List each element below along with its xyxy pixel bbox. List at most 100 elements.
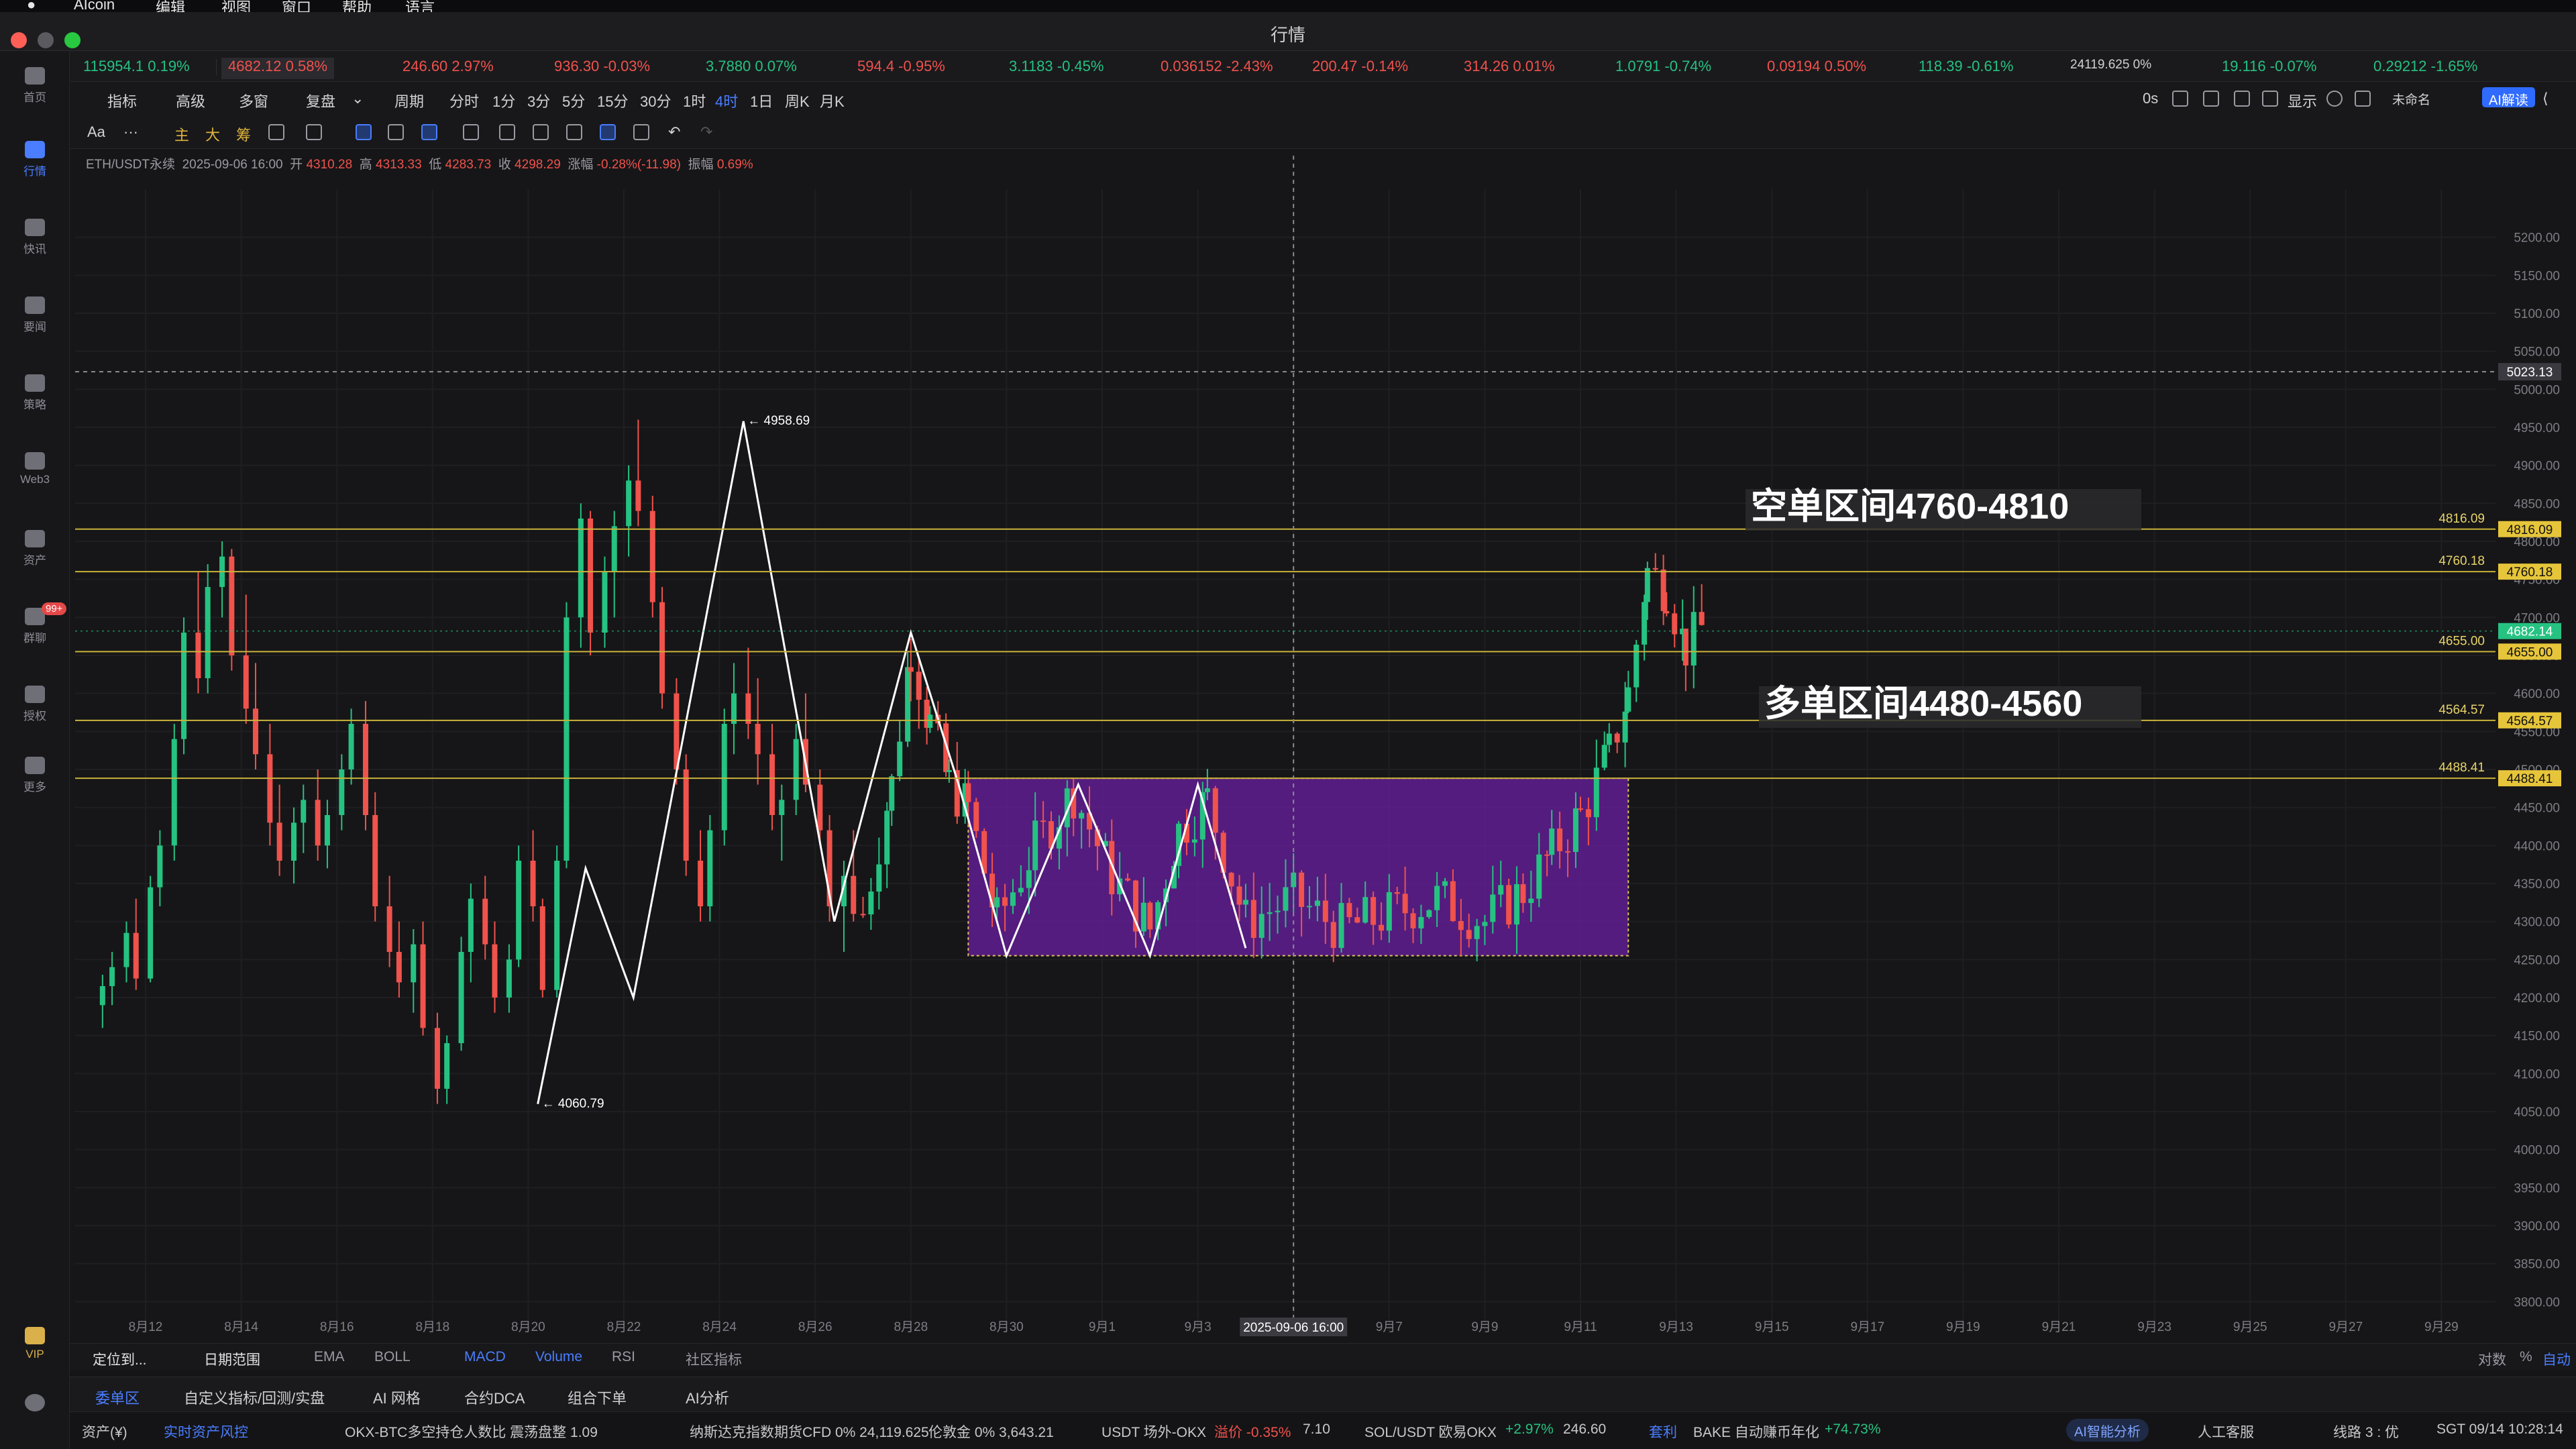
ticker-item[interactable]: 0.09194 0.50% [1767, 58, 1866, 79]
locate-to-button[interactable]: 定位到... [93, 1349, 147, 1369]
magnet-icon[interactable] [566, 124, 582, 140]
gear-icon[interactable] [2326, 91, 2343, 107]
period-15m[interactable]: 15分 [597, 90, 628, 111]
community-indicators[interactable]: 社区指标 [686, 1349, 742, 1369]
log-scale-toggle[interactable]: 对数 [2478, 1349, 2506, 1369]
display-button[interactable]: 显示 [2288, 90, 2317, 111]
ticker-item[interactable]: 246.60 2.97% [402, 58, 494, 79]
advanced-button[interactable]: 高级 [176, 90, 205, 111]
sidebar-item-home[interactable]: 首页 [0, 67, 70, 105]
tab-custom-indicators[interactable]: 自定义指标/回测/实盘 [184, 1387, 325, 1408]
period-month[interactable]: 月K [820, 90, 845, 111]
nasdaq-ticker[interactable]: 纳斯达克指数期货CFD 0% 24,119.625 [690, 1421, 929, 1442]
list-icon[interactable] [2262, 91, 2278, 107]
period-30m[interactable]: 30分 [640, 90, 671, 111]
sidebar-item-news[interactable]: 要闻 [0, 297, 70, 334]
auto-scale-toggle[interactable]: 自动 [2542, 1349, 2571, 1369]
more-tools-button[interactable]: ··· [123, 123, 138, 141]
trash-icon[interactable] [633, 124, 649, 140]
period-4h[interactable]: 4时 [715, 90, 738, 111]
menu-edit[interactable]: 编辑 [156, 0, 185, 12]
main-force-mark[interactable]: 主 [174, 123, 189, 145]
undo-icon[interactable]: ↶ [668, 123, 680, 141]
sidebar-item-auth[interactable]: 授权 [0, 686, 70, 723]
lock-icon[interactable] [499, 124, 515, 140]
date-range-dropdown[interactable]: 日期范围 [204, 1349, 260, 1369]
ticker-item-active[interactable]: 4682.12 0.58% [221, 58, 335, 79]
apple-icon[interactable]: ● [27, 0, 36, 12]
percent-scale-toggle[interactable]: % [2520, 1349, 2532, 1365]
period-1m[interactable]: 1分 [492, 90, 515, 111]
chip-mark[interactable]: 筹 [236, 123, 251, 145]
pencil-icon[interactable] [2203, 91, 2219, 107]
camera-icon[interactable] [2172, 91, 2188, 107]
period-1d[interactable]: 1日 [750, 90, 773, 111]
indicator-rsi[interactable]: RSI [612, 1349, 635, 1365]
ticker-item[interactable]: 0.29212 -1.65% [2373, 58, 2477, 79]
fullscreen-icon[interactable] [2355, 91, 2371, 107]
redo-icon[interactable]: ↷ [700, 123, 712, 141]
ticker-item[interactable]: 19.116 -0.07% [2222, 58, 2316, 79]
ticker-item[interactable]: 118.39 -0.61% [1919, 58, 2013, 79]
period-3m[interactable]: 3分 [527, 90, 550, 111]
risk-control-link[interactable]: 实时资产风控 [164, 1421, 248, 1442]
connection-line-status[interactable]: 线路 3 : 优 [2333, 1421, 2399, 1442]
chart-type-dropdown[interactable]: ⌄ [352, 90, 364, 107]
menu-language[interactable]: 语言 [405, 0, 435, 12]
indicator-boll[interactable]: BOLL [374, 1349, 411, 1365]
okx-ratio-ticker[interactable]: OKX-BTC多空持仓人数比 震荡盘整 1.09 [345, 1421, 598, 1442]
indicator-macd[interactable]: MACD [464, 1349, 506, 1365]
sidebar-item-market[interactable]: 行情 [0, 141, 70, 178]
pen-tool-icon[interactable] [421, 124, 437, 140]
tab-contract-dca[interactable]: 合约DCA [464, 1387, 525, 1408]
ticker-item[interactable]: 314.26 0.01% [1464, 58, 1555, 79]
window-icon[interactable] [2234, 91, 2250, 107]
sidebar-item-strategy[interactable]: 策略 [0, 374, 70, 412]
big-order-mark[interactable]: 大 [205, 123, 220, 145]
pattern-icon[interactable] [463, 124, 479, 140]
usdt-otc-label[interactable]: USDT 场外-OKX [1102, 1421, 1206, 1442]
tab-combo-order[interactable]: 组合下单 [568, 1387, 627, 1408]
menu-window[interactable]: 窗口 [282, 0, 311, 12]
period-timeshare[interactable]: 分时 [449, 90, 479, 111]
sidebar-item-more[interactable]: 更多 [0, 757, 70, 794]
tab-ai-analysis[interactable]: AI分析 [686, 1387, 729, 1408]
ticker-item[interactable]: 0.036152 -2.43% [1161, 58, 1273, 79]
ticker-item[interactable]: 3.7880 0.07% [706, 58, 797, 79]
indicator-ema[interactable]: EMA [314, 1349, 345, 1365]
ai-analysis-pill[interactable]: AI智能分析 [2066, 1419, 2149, 1442]
sol-ticker[interactable]: SOL/USDT 欧易OKX [1364, 1421, 1497, 1442]
customer-service-button[interactable]: 人工客服 [2198, 1421, 2254, 1442]
ai-interpret-button[interactable]: AI解读 [2482, 87, 2535, 108]
period-week[interactable]: 周K [785, 90, 810, 111]
candlestick-chart-svg[interactable]: 3800.00 3850.00 3900.00 3950.00 4000.00 4050.… [70, 149, 2576, 1343]
replay-button[interactable]: 复盘 [306, 90, 335, 111]
ticker-item[interactable]: 115954.1 0.19% [83, 58, 190, 79]
tab-ai-grid[interactable]: AI 网格 [373, 1387, 421, 1408]
menu-app[interactable]: AIcoin [74, 0, 115, 12]
period-dropdown[interactable]: 周期 [394, 90, 424, 111]
bake-earn-label[interactable]: BAKE 自动赚币年化 [1693, 1421, 1819, 1442]
price-chart[interactable]: 3800.00 3850.00 3900.00 3950.00 4000.00 4050.… [70, 149, 2576, 1343]
sidebar-item-vip[interactable]: VIP [0, 1327, 70, 1361]
sidebar-item-flash[interactable]: 快讯 [0, 219, 70, 256]
brush-icon[interactable] [388, 124, 404, 140]
ticker-item[interactable]: 936.30 -0.03% [554, 58, 650, 79]
ticker-item[interactable]: 594.4 -0.95% [857, 58, 945, 79]
ticker-item[interactable]: 24119.625 0% [2070, 58, 2151, 79]
rectangle-tool-icon[interactable] [356, 124, 372, 140]
arbitrage-label[interactable]: 套利 [1649, 1421, 1677, 1442]
period-5m[interactable]: 5分 [562, 90, 585, 111]
ticker-item[interactable]: 200.47 -0.14% [1312, 58, 1408, 79]
trendline-icon[interactable] [306, 124, 322, 140]
ticker-item[interactable]: 1.0791 -0.74% [1615, 58, 1711, 79]
measure-icon[interactable] [533, 124, 549, 140]
menu-help[interactable]: 帮助 [342, 0, 372, 12]
sidebar-item-web3[interactable]: Web3 [0, 452, 70, 486]
ticker-item[interactable]: 3.1183 -0.45% [1009, 58, 1104, 79]
indicator-button[interactable]: 指标 [107, 90, 137, 111]
multi-window-button[interactable]: 多窗 [239, 90, 268, 111]
assets-label[interactable]: 资产(¥) [82, 1421, 127, 1442]
gold-ticker[interactable]: 伦敦金 0% 3,643.21 [928, 1421, 1054, 1442]
filter-icon[interactable] [600, 124, 616, 140]
